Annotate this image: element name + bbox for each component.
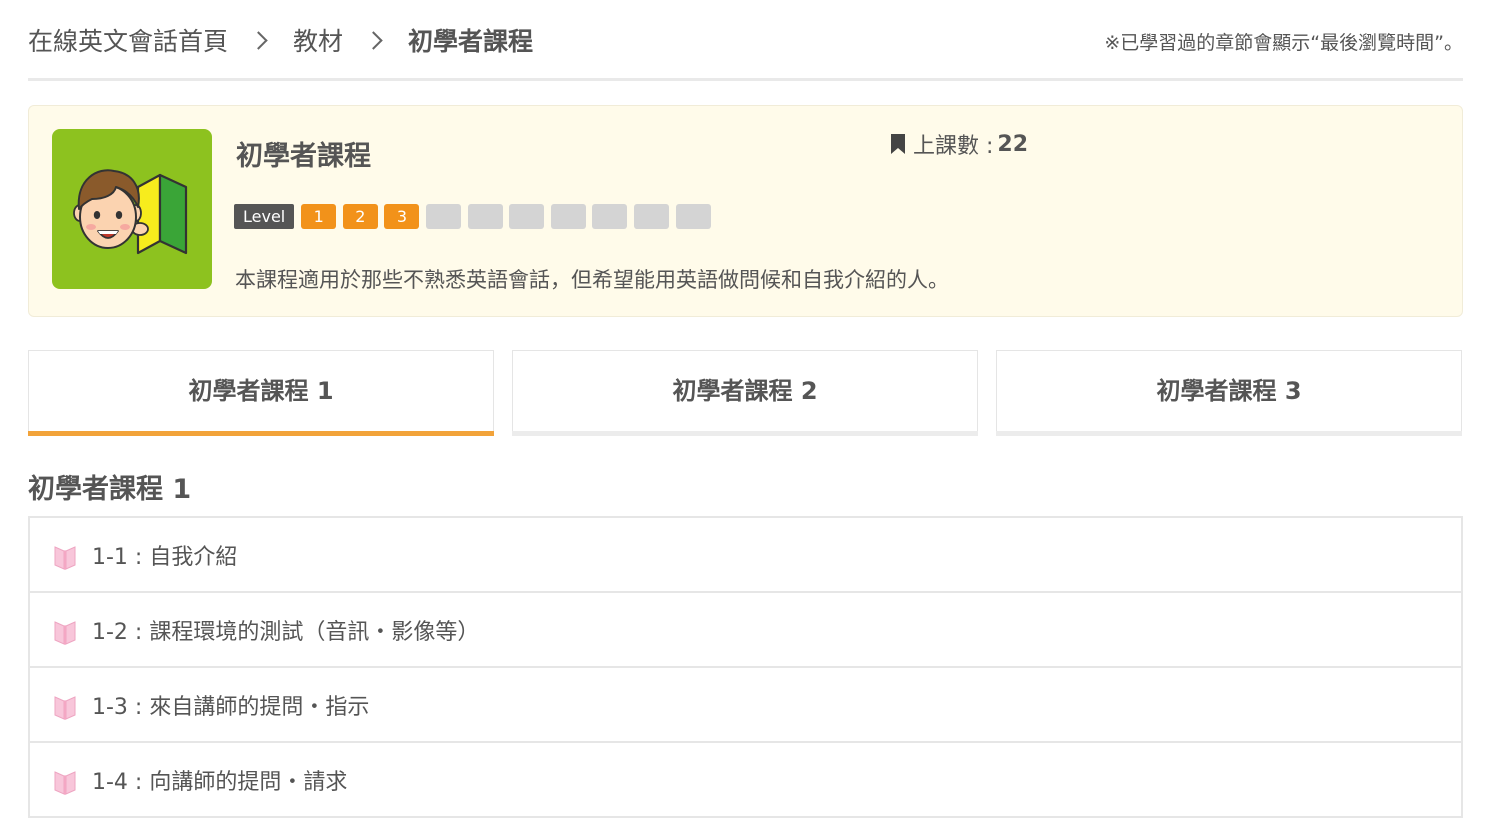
level-box-6 [509, 204, 545, 229]
level-box-2: 2 [342, 204, 378, 229]
tab-beginner-3[interactable]: 初學者課程 3 [996, 350, 1462, 436]
chapter-item[interactable]: 1-3 : 來自講師的提問・指示 [28, 668, 1463, 743]
chapter-list: 1-1 : 自我介紹 1-2 : 課程環境的測試（音訊・影像等） 1-3 : 來… [28, 516, 1463, 818]
chapter-label: 1-1 : 自我介紹 [92, 544, 238, 570]
level-box-8 [592, 204, 628, 229]
level-box-10 [675, 204, 711, 229]
bookmark-icon [891, 134, 905, 154]
breadcrumb-bar: 在線英文會話首頁 教材 初學者課程 ※已學習過的章節會顯示“最後瀏覽時間”。 [28, 0, 1463, 81]
chapter-item[interactable]: 1-2 : 課程環境的測試（音訊・影像等） [28, 593, 1463, 668]
breadcrumb-home-link[interactable]: 在線英文會話首頁 [28, 22, 228, 58]
breadcrumb-materials-link[interactable]: 教材 [293, 22, 343, 58]
book-icon [54, 695, 76, 720]
level-box-7 [550, 204, 586, 229]
lesson-count-label: 上課數 : [913, 134, 994, 159]
level-label: Level [234, 204, 295, 229]
chapter-label: 1-4 : 向講師的提問・請求 [92, 769, 348, 795]
course-title: 初學者課程 [236, 141, 371, 172]
chapter-item[interactable]: 1-1 : 自我介紹 [28, 518, 1463, 593]
tab-beginner-2[interactable]: 初學者課程 2 [512, 350, 978, 436]
level-box-5 [467, 204, 503, 229]
course-description: 本課程適用於那些不熟悉英語會話，但希望能用英語做問候和自我介紹的人。 [235, 268, 949, 292]
book-icon [54, 545, 76, 570]
lesson-count-value: 22 [997, 131, 1029, 157]
course-card: 初學者課程 上課數 : 22 Level 1 2 3 本課程適用於那些不熟悉英語… [28, 105, 1463, 317]
level-indicator: Level 1 2 3 [234, 204, 717, 229]
lesson-count: 上課數 : 22 [891, 128, 1028, 160]
section-title: 初學者課程 1 [28, 474, 192, 505]
course-thumbnail [52, 129, 212, 289]
chevron-right-icon [249, 30, 268, 50]
book-icon [54, 620, 76, 645]
breadcrumb-current: 初學者課程 [408, 27, 534, 56]
level-box-9 [633, 204, 669, 229]
page: 在線英文會話首頁 教材 初學者課程 ※已學習過的章節會顯示“最後瀏覽時間”。 初… [0, 0, 1493, 823]
beginner-mark-boy-icon [73, 169, 188, 255]
level-box-1: 1 [301, 204, 337, 229]
tab-beginner-1[interactable]: 初學者課程 1 [28, 350, 494, 436]
last-viewed-note: ※已學習過的章節會顯示“最後瀏覽時間”。 [1104, 32, 1463, 54]
chapter-label: 1-2 : 課程環境的測試（音訊・影像等） [92, 619, 480, 645]
level-box-3: 3 [384, 204, 420, 229]
book-icon [54, 770, 76, 795]
breadcrumb: 在線英文會話首頁 教材 初學者課程 [28, 22, 533, 58]
level-box-4 [426, 204, 462, 229]
chapter-label: 1-3 : 來自講師的提問・指示 [92, 694, 370, 720]
chevron-right-icon [364, 30, 383, 50]
chapter-item[interactable]: 1-4 : 向講師的提問・請求 [28, 743, 1463, 818]
